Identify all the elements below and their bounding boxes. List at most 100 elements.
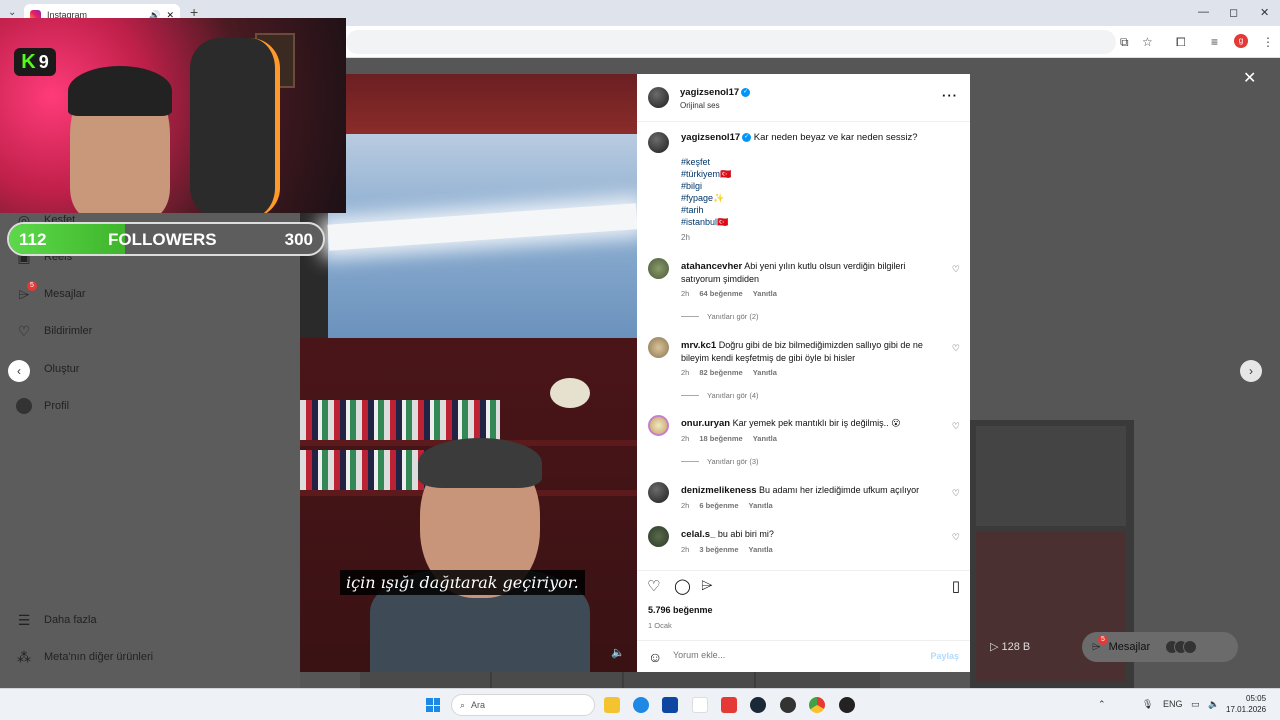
- tray-chevron-icon[interactable]: ⌃: [1098, 699, 1106, 710]
- post-header: yagizsenol17 ✓ Orijinal ses ···: [637, 74, 970, 122]
- sidebar-item-label: Meta'nın diğer ürünleri: [44, 651, 154, 663]
- tab-list-icon[interactable]: ⌄: [8, 7, 16, 18]
- reply-button[interactable]: Yanıtla: [753, 289, 777, 298]
- commenter-avatar[interactable]: [648, 337, 669, 358]
- reel-video[interactable]: için ışığı dağıtarak geçiriyor. 🔈: [300, 74, 637, 672]
- share-icon[interactable]: ⌲: [701, 577, 713, 594]
- like-icon[interactable]: ♡: [647, 577, 660, 595]
- commenter-username[interactable]: celal.s_: [681, 529, 715, 540]
- comment-likes[interactable]: 3 beğenme: [699, 545, 738, 554]
- comment-likes[interactable]: 18 beğenme: [699, 434, 742, 443]
- hashtag-link[interactable]: #fypage✨: [681, 192, 731, 204]
- comment-like-icon[interactable]: ♡: [952, 421, 960, 432]
- windows-start-icon[interactable]: [426, 698, 440, 712]
- maximize-button[interactable]: ◻: [1229, 6, 1238, 19]
- author-username[interactable]: yagizsenol17: [680, 87, 739, 98]
- caption-username[interactable]: yagizsenol17: [681, 132, 740, 143]
- reply-button[interactable]: Yanıtla: [749, 545, 773, 554]
- sidebar-item-label: Profil: [44, 400, 70, 412]
- commenter-username[interactable]: mrv.kc1: [681, 340, 716, 351]
- youtube-icon[interactable]: [721, 697, 737, 713]
- store-icon[interactable]: [662, 697, 678, 713]
- author-avatar[interactable]: [648, 87, 669, 108]
- comment-like-icon[interactable]: ♡: [952, 264, 960, 275]
- close-icon[interactable]: ✕: [1243, 68, 1256, 88]
- app-icon[interactable]: [839, 697, 855, 713]
- view-replies[interactable]: Yanıtları gör (4): [681, 391, 759, 400]
- meta-products-icon: ⁂: [17, 648, 31, 665]
- audio-label[interactable]: Orijinal ses: [680, 101, 750, 110]
- edge-icon[interactable]: [633, 697, 649, 713]
- author-avatar[interactable]: [648, 132, 669, 153]
- sound-icon[interactable]: 🔈: [611, 646, 625, 659]
- next-post-button[interactable]: ›: [1240, 360, 1262, 382]
- search-icon: ⌕: [460, 699, 466, 710]
- video-room-scene: [300, 338, 637, 672]
- search-label: Ara: [471, 700, 486, 710]
- video-frost-image: [327, 134, 637, 338]
- reply-button[interactable]: Yanıtla: [753, 368, 777, 377]
- hashtag-link[interactable]: #türkiyem🇹🇷: [681, 168, 731, 180]
- comment-likes[interactable]: 82 beğenme: [699, 368, 742, 377]
- language-indicator[interactable]: ENG: [1163, 699, 1183, 709]
- hashtag-link[interactable]: #bilgi: [681, 180, 731, 192]
- install-app-icon[interactable]: ⧉: [1120, 35, 1129, 50]
- comment-like-icon[interactable]: ♡: [952, 488, 960, 499]
- sidebar-item-profile[interactable]: Profil: [16, 398, 69, 414]
- media-control-icon[interactable]: ≡: [1211, 35, 1218, 49]
- commenter-avatar[interactable]: [648, 415, 669, 436]
- kebab-menu-icon[interactable]: ⋮: [1262, 35, 1274, 49]
- comment-input[interactable]: [673, 650, 913, 660]
- sidebar-item-meta[interactable]: ⁂ Meta'nın diğer ürünleri: [16, 649, 153, 665]
- profile-avatar-button[interactable]: g: [1234, 34, 1248, 48]
- sidebar-item-messages[interactable]: ⌲ 5 Mesajlar: [16, 281, 86, 302]
- commenter-username[interactable]: onur.uryan: [681, 418, 730, 429]
- taskbar-search[interactable]: ⌕ Ara: [451, 694, 595, 716]
- more-options-icon[interactable]: ···: [942, 88, 958, 103]
- comment-like-icon[interactable]: ♡: [952, 343, 960, 354]
- omnibox[interactable]: [346, 30, 1116, 54]
- obs-icon[interactable]: [780, 697, 796, 713]
- hashtag-link[interactable]: #keşfet: [681, 156, 731, 168]
- desk-lamp: [550, 378, 590, 408]
- comment-like-icon[interactable]: ♡: [952, 532, 960, 543]
- yandex-icon[interactable]: [692, 697, 708, 713]
- hashtag-link[interactable]: #tarih: [681, 204, 731, 216]
- reply-button[interactable]: Yanıtla: [753, 434, 777, 443]
- previous-post-button[interactable]: ‹: [8, 360, 30, 382]
- taskbar-clock[interactable]: 05:05 17.01.2026: [1226, 693, 1266, 715]
- message-avatars: [1165, 640, 1198, 654]
- sidebar-item-notifications[interactable]: ♡ Bildirimler: [16, 323, 93, 339]
- post-caption: yagizsenol17 ✓ Kar neden beyaz ve kar ned…: [681, 132, 951, 144]
- messages-floating-button[interactable]: ⌲ 5 Mesajlar: [1082, 632, 1238, 662]
- sidebar-item-more[interactable]: ☰ Daha fazla: [16, 612, 97, 628]
- comment-likes[interactable]: 64 beğenme: [699, 289, 742, 298]
- network-icon[interactable]: ▭: [1191, 699, 1200, 710]
- commenter-username[interactable]: atahancevher: [681, 261, 742, 272]
- view-replies[interactable]: Yanıtları gör (2): [681, 312, 759, 321]
- reply-button[interactable]: Yanıtla: [749, 501, 773, 510]
- commenter-avatar[interactable]: [648, 258, 669, 279]
- close-window-button[interactable]: ✕: [1260, 6, 1269, 19]
- extensions-icon[interactable]: ⧠: [1176, 35, 1186, 50]
- view-replies[interactable]: Yanıtları gör (3): [681, 457, 759, 466]
- bookmark-star-icon[interactable]: ☆: [1142, 35, 1153, 49]
- file-explorer-icon[interactable]: [604, 697, 620, 713]
- commenter-avatar[interactable]: [648, 482, 669, 503]
- steam-icon[interactable]: [750, 697, 766, 713]
- commenter-username[interactable]: denizmelikeness: [681, 485, 757, 496]
- commenter-avatar[interactable]: [648, 526, 669, 547]
- save-bookmark-icon[interactable]: ▯: [952, 577, 960, 595]
- emoji-icon[interactable]: ☺: [648, 649, 662, 665]
- reel-view-count: ▷ 128 B: [990, 641, 1031, 653]
- likes-count[interactable]: 5.796 beğenme: [648, 605, 713, 615]
- volume-icon[interactable]: 🔈: [1208, 699, 1219, 710]
- minimize-button[interactable]: —: [1198, 6, 1209, 18]
- comment-likes[interactable]: 6 beğenme: [699, 501, 738, 510]
- microphone-icon[interactable]: 🎙: [1142, 699, 1153, 710]
- chrome-icon[interactable]: [809, 697, 825, 713]
- sidebar-item-label: Daha fazla: [44, 614, 97, 626]
- comment-icon[interactable]: ◯: [674, 577, 691, 595]
- hashtag-link[interactable]: #istanbul🇹🇷: [681, 216, 731, 228]
- post-comment-button[interactable]: Paylaş: [930, 651, 959, 661]
